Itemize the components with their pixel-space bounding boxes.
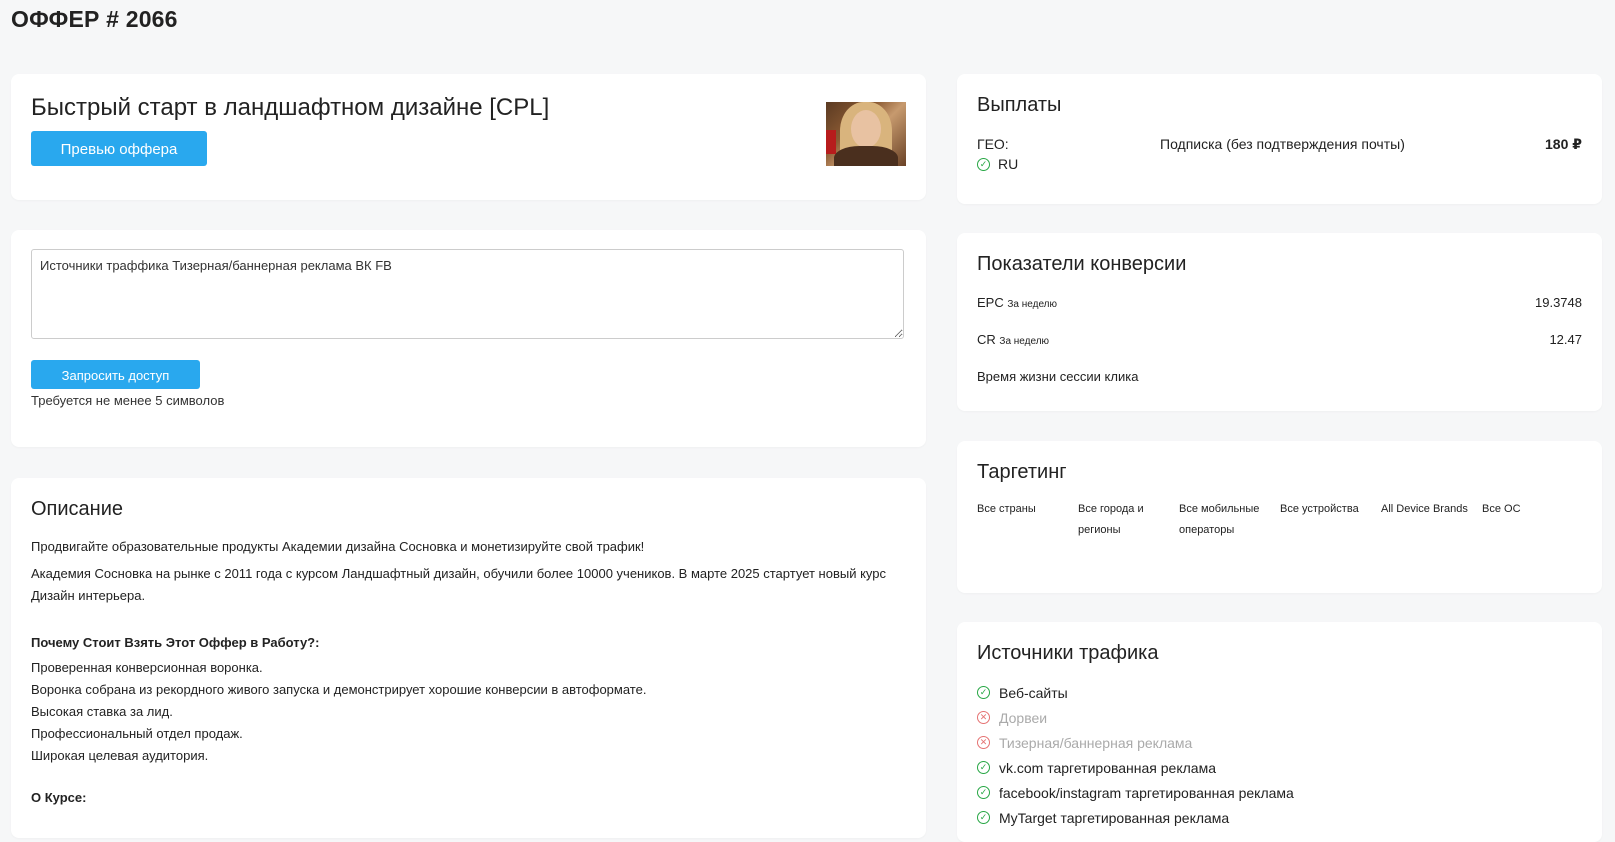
- traffic-source-label: Веб-сайты: [999, 684, 1068, 701]
- offer-header-card: Быстрый старт в ландшафтном дизайне [CPL…: [11, 74, 926, 200]
- why-item: Высокая ставка за лид.: [31, 704, 173, 719]
- geo-item: ✓ RU: [977, 156, 1018, 172]
- description-paragraph: Продвигайте образовательные продукты Ака…: [31, 539, 645, 554]
- traffic-sources-card: Источники трафика ✓ Веб-сайты ✕ Дорвеи ✕ Тизе…: [957, 622, 1602, 842]
- description-paragraph: Академия Сосновка на рынке с 2011 года с…: [31, 566, 887, 603]
- targeting-item: Все устройства: [1280, 503, 1359, 515]
- cr-period: За неделю: [999, 336, 1050, 347]
- min-chars-hint: Требуется не менее 5 символов: [31, 393, 225, 408]
- payouts-title: Выплаты: [977, 94, 1062, 116]
- targeting-card: Таргетинг Все страны Все города и регион…: [957, 441, 1602, 593]
- targeting-grid: Все страны Все города и регионы Все моби…: [977, 499, 1583, 541]
- why-title: Почему Стоит Взять Этот Оффер в Работу?:: [31, 635, 320, 650]
- payout-amount: 180 ₽: [1545, 136, 1582, 152]
- traffic-sources-title: Источники трафика: [977, 642, 1159, 664]
- traffic-source-label: facebook/instagram таргетированная рекла…: [999, 784, 1294, 801]
- traffic-sources-list: ✓ Веб-сайты ✕ Дорвеи ✕ Тизерная/баннерная рек…: [977, 680, 1294, 830]
- description-body: Продвигайте образовательные продукты Ака…: [31, 536, 901, 812]
- cr-value: 12.47: [1549, 332, 1582, 347]
- session-label: Время жизни сессии клика: [977, 369, 1139, 384]
- geo-value: RU: [998, 156, 1019, 172]
- check-circle-icon: ✓: [977, 786, 990, 799]
- traffic-source-item: ✕ Дорвеи: [977, 705, 1294, 730]
- page-title: ОФФЕР # 2066: [11, 6, 178, 32]
- epc-row: EPC За неделю 19.3748: [977, 295, 1582, 310]
- epc-label: EPC: [977, 295, 1004, 310]
- traffic-source-item: ✓ vk.com таргетированная реклама: [977, 755, 1294, 780]
- targeting-item: Все ОС: [1482, 503, 1521, 515]
- traffic-source-label: Дорвеи: [999, 709, 1048, 726]
- offer-image: [826, 102, 906, 166]
- traffic-source-label: MyTarget таргетированная реклама: [999, 809, 1230, 826]
- cr-row: CR За неделю 12.47: [977, 332, 1582, 347]
- offer-name: Быстрый старт в ландшафтном дизайне [CPL…: [31, 94, 550, 121]
- request-access-button[interactable]: Запросить доступ: [31, 360, 200, 389]
- traffic-source-item: ✓ facebook/instagram таргетированная рекл…: [977, 780, 1294, 805]
- why-item: Профессиональный отдел продаж.: [31, 726, 243, 741]
- conversion-card: Показатели конверсии EPC За неделю 19.37…: [957, 233, 1602, 411]
- traffic-source-label: vk.com таргетированная реклама: [999, 759, 1216, 776]
- x-circle-icon: ✕: [977, 711, 990, 724]
- traffic-source-item: ✓ MyTarget таргетированная реклама: [977, 805, 1294, 830]
- check-circle-icon: ✓: [977, 686, 990, 699]
- traffic-sources-textarea[interactable]: [31, 249, 904, 339]
- check-circle-icon: ✓: [977, 761, 990, 774]
- cr-label: CR: [977, 332, 996, 347]
- check-circle-icon: ✓: [977, 811, 990, 824]
- description-title: Описание: [31, 498, 124, 520]
- why-item: Воронка собрана из рекордного живого зап…: [31, 682, 647, 697]
- traffic-source-item: ✓ Веб-сайты: [977, 680, 1294, 705]
- targeting-item: Все страны: [977, 503, 1036, 515]
- session-row: Время жизни сессии клика: [977, 369, 1582, 384]
- traffic-source-label: Тизерная/баннерная реклама: [999, 734, 1193, 751]
- course-title: О Курсе:: [31, 790, 87, 805]
- geo-label: ГЕО:: [977, 136, 1009, 152]
- epc-period: За неделю: [1007, 299, 1058, 310]
- targeting-item: Все мобильные операторы: [1179, 503, 1260, 536]
- epc-value: 19.3748: [1535, 295, 1582, 310]
- conversion-title: Показатели конверсии: [977, 253, 1187, 275]
- offer-preview-button[interactable]: Превью оффера: [31, 131, 207, 166]
- why-item: Широкая целевая аудитория.: [31, 748, 209, 763]
- targeting-item: Все города и регионы: [1078, 503, 1144, 536]
- targeting-item: All Device Brands: [1381, 503, 1468, 515]
- why-item: Проверенная конверсионная воронка.: [31, 660, 263, 675]
- traffic-source-item: ✕ Тизерная/баннерная реклама: [977, 730, 1294, 755]
- payout-type: Подписка (без подтверждения почты): [1160, 136, 1405, 152]
- request-access-card: Запросить доступ Требуется не менее 5 си…: [11, 230, 926, 447]
- description-card: Описание Продвигайте образовательные про…: [11, 478, 926, 838]
- check-circle-icon: ✓: [977, 157, 990, 171]
- payouts-card: Выплаты ГЕО: ✓ RU Подписка (без подтверж…: [957, 74, 1602, 204]
- targeting-title: Таргетинг: [977, 461, 1067, 483]
- x-circle-icon: ✕: [977, 736, 990, 749]
